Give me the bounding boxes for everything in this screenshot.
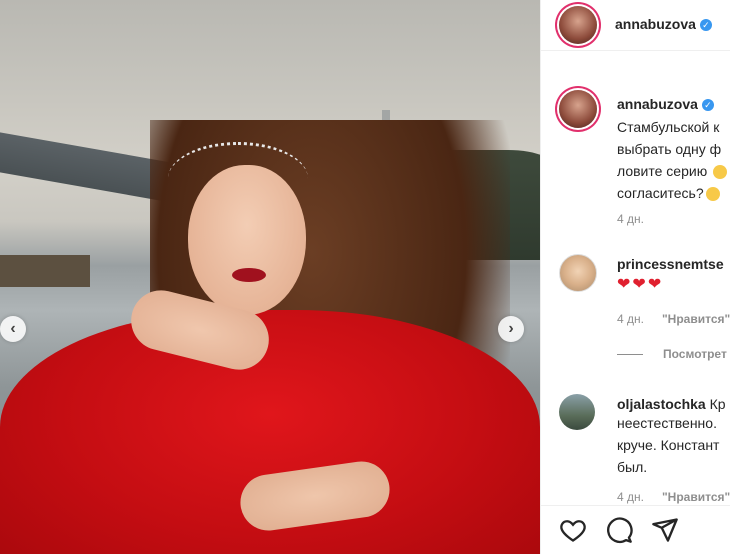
author-username[interactable]: annabuzova ✓ xyxy=(615,16,712,32)
comment-meta: 4 дн. "Нравится" xyxy=(617,312,730,326)
pier-background xyxy=(0,255,90,287)
view-replies-button[interactable]: Посмотрет xyxy=(617,347,727,361)
author-username-text[interactable]: annabuzova xyxy=(615,16,696,32)
comment-text: ❤❤❤ xyxy=(617,276,664,293)
caption-username-text[interactable]: annabuzova xyxy=(617,96,698,112)
caption-line: Стамбульской к xyxy=(617,119,720,135)
chevron-left-icon: ‹ xyxy=(10,320,16,337)
verified-badge-icon: ✓ xyxy=(699,19,712,32)
caption-text: Стамбульской к выбрать одну ф ловите сер… xyxy=(617,116,730,204)
send-icon[interactable] xyxy=(651,516,679,544)
chevron-right-icon: › xyxy=(508,320,514,337)
comment-username[interactable]: princessnemtse xyxy=(617,256,724,272)
comment-meta: 4 дн. "Нравится" xyxy=(617,490,730,504)
caption-time[interactable]: 4 дн. xyxy=(617,212,644,226)
comment-like-button[interactable]: "Нравится" xyxy=(662,312,730,326)
comment-time[interactable]: 4 дн. xyxy=(617,312,644,326)
caption-avatar[interactable] xyxy=(559,90,597,128)
comment-text: неестественно. круче. Констант был. xyxy=(617,415,720,475)
post-header: annabuzova ✓ xyxy=(541,0,730,51)
caption-username[interactable]: annabuzova ✓ xyxy=(617,96,714,112)
carousel-prev-button[interactable]: ‹ xyxy=(0,316,26,342)
caption-line: выбрать одну ф xyxy=(617,141,722,157)
heart-icon[interactable] xyxy=(559,516,587,544)
caption-line: согласитесь? xyxy=(617,182,730,204)
replies-divider xyxy=(617,354,643,356)
head-jewelry-shape xyxy=(168,142,308,215)
comment-username[interactable]: oljalastochka Кр xyxy=(617,396,726,412)
post-actions-bar xyxy=(541,505,730,555)
commenter-avatar[interactable] xyxy=(559,254,597,292)
post-photo[interactable]: ‹ › xyxy=(0,0,540,554)
comment-time[interactable]: 4 дн. xyxy=(617,490,644,504)
lips-shape xyxy=(232,268,266,282)
comment-icon[interactable] xyxy=(605,516,633,544)
emoji-icon xyxy=(713,165,728,180)
author-avatar[interactable] xyxy=(559,6,597,44)
commenter-avatar[interactable] xyxy=(559,394,595,430)
carousel-next-button[interactable]: › xyxy=(498,316,524,342)
comment-like-button[interactable]: "Нравится" xyxy=(662,490,730,504)
emoji-icon xyxy=(705,187,720,202)
verified-badge-icon: ✓ xyxy=(701,99,714,112)
caption-line: ловите серию xyxy=(617,160,730,182)
post-side-panel: annabuzova ✓ annabuzova ✓ Стамбульской к в… xyxy=(540,0,730,555)
